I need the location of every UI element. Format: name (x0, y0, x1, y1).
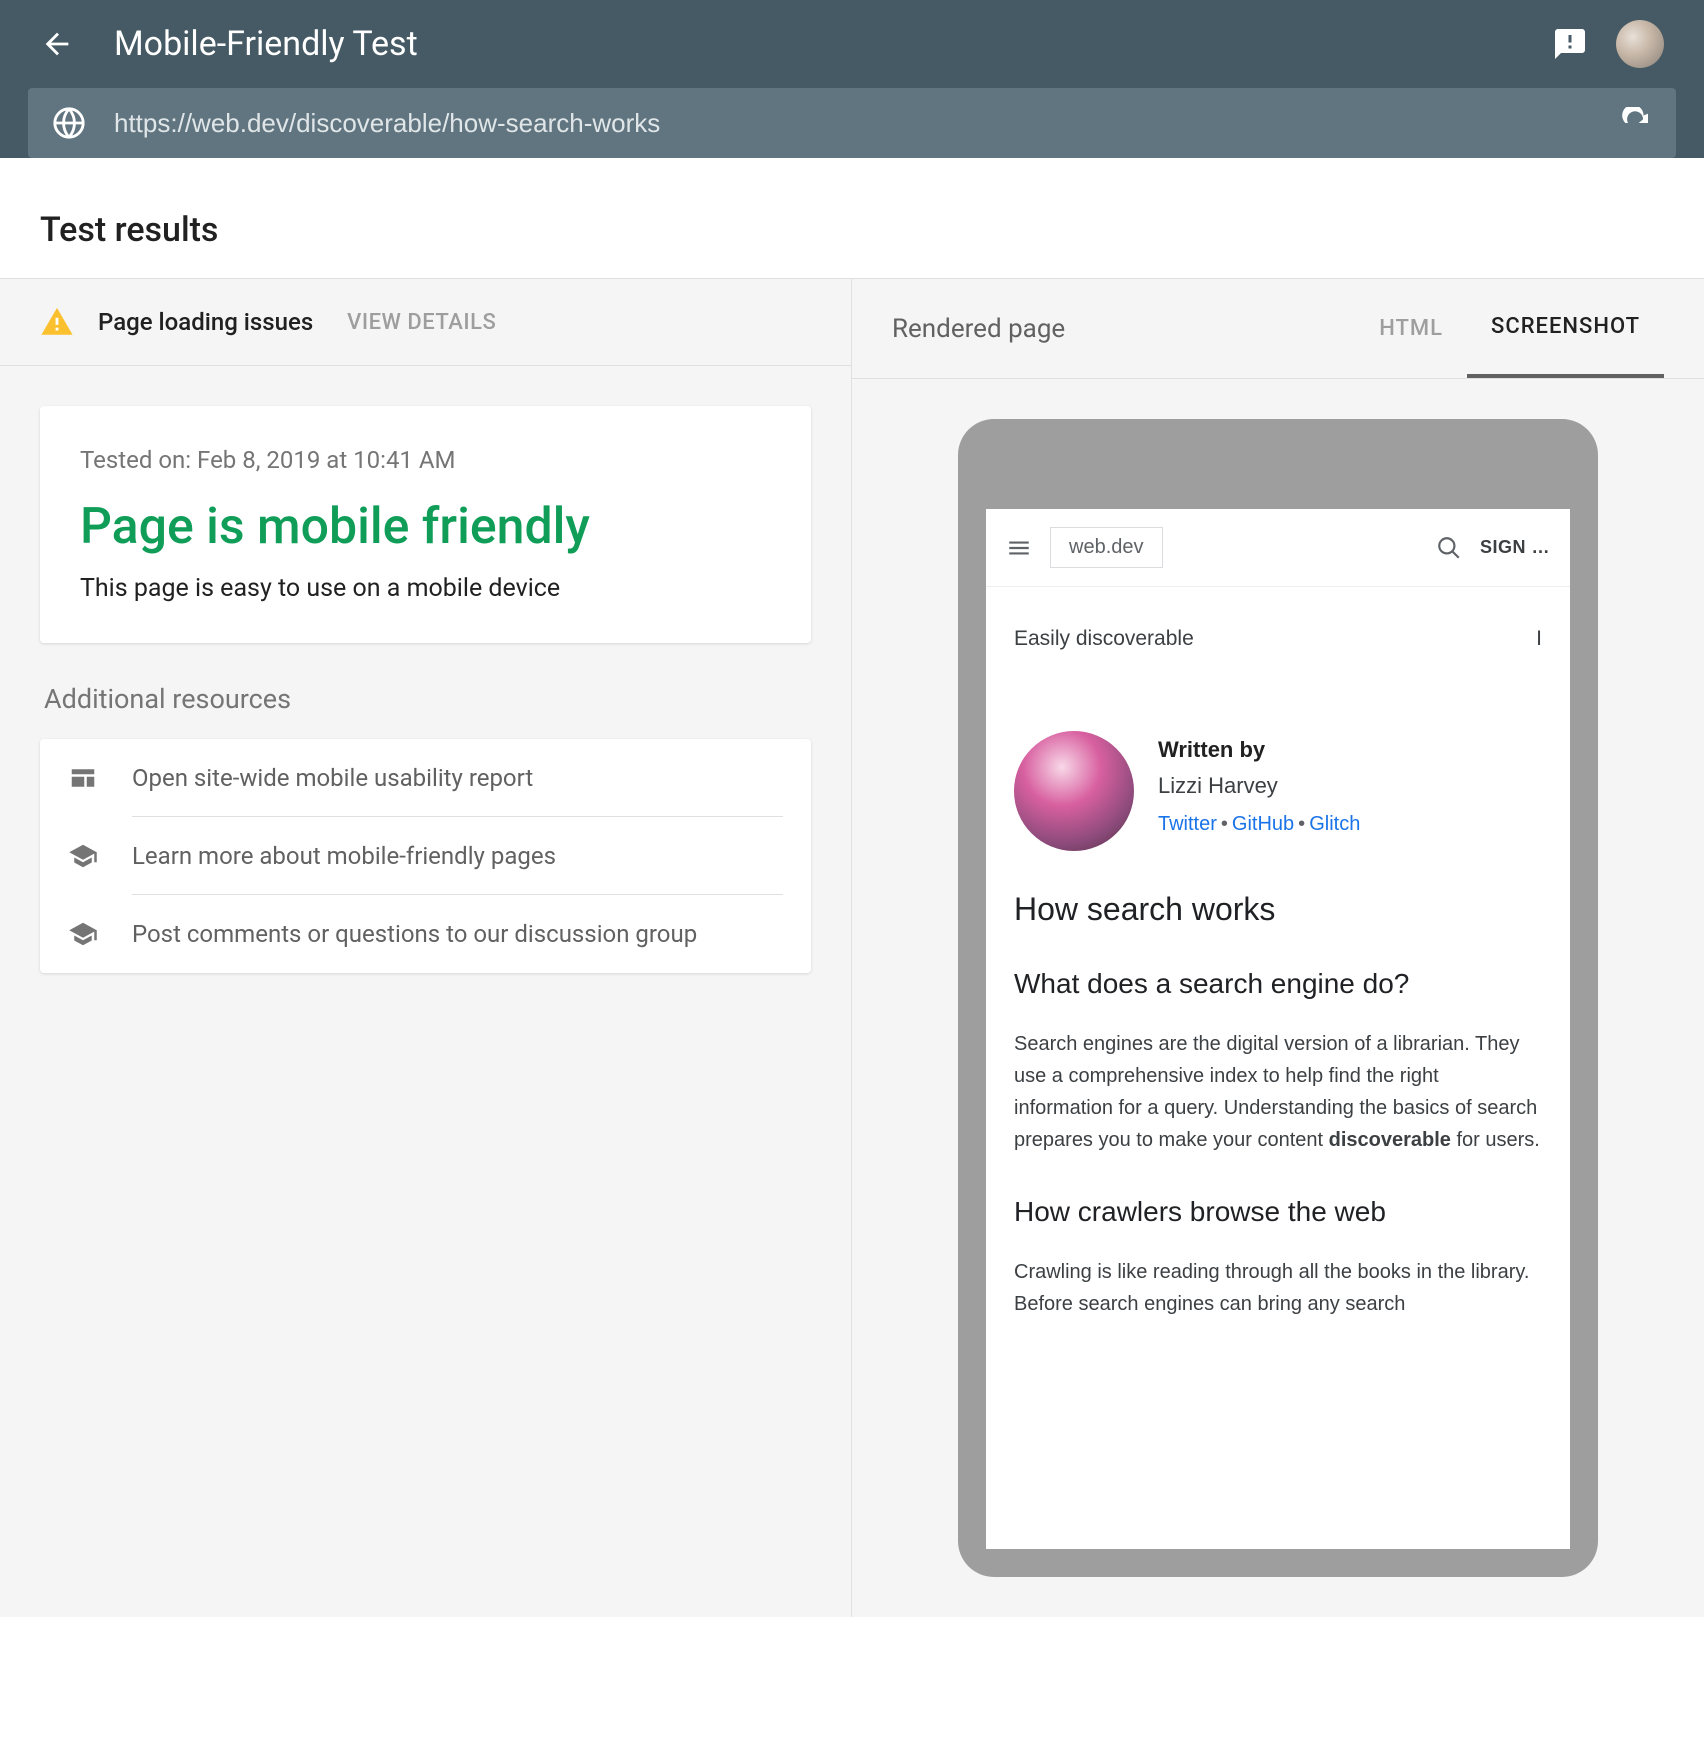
breadcrumb[interactable]: Easily discoverable (1014, 627, 1194, 651)
link-glitch[interactable]: Glitch (1309, 813, 1360, 835)
site-name: web.dev (1050, 527, 1163, 568)
author-links: Twitter•GitHub•Glitch (1158, 813, 1360, 836)
back-button[interactable] (40, 27, 74, 61)
right-panel: Rendered page HTML SCREENSHOT web.dev (852, 279, 1704, 1617)
tab-html[interactable]: HTML (1355, 279, 1467, 378)
tested-on: Tested on: Feb 8, 2019 at 10:41 AM (80, 446, 771, 474)
article-subheading: How crawlers browse the web (1014, 1196, 1542, 1228)
article-paragraph: Crawling is like reading through all the… (1014, 1256, 1542, 1320)
sign-in-button[interactable]: SIGN … (1480, 537, 1550, 558)
webpage-icon (68, 763, 100, 793)
link-github[interactable]: GitHub (1232, 813, 1294, 835)
resource-link-learn-more[interactable]: Learn more about mobile-friendly pages (40, 817, 811, 895)
verdict-sub: This page is easy to use on a mobile dev… (80, 574, 771, 603)
written-by-label: Written by (1158, 737, 1360, 763)
phone-screen: web.dev SIGN … Easily discoverable I (986, 509, 1570, 1549)
globe-icon (52, 106, 86, 140)
author-avatar (1014, 731, 1134, 851)
result-card: Tested on: Feb 8, 2019 at 10:41 AM Page … (40, 406, 811, 643)
user-avatar[interactable] (1616, 20, 1664, 68)
search-icon[interactable] (1436, 535, 1462, 561)
app-header: Mobile-Friendly Test (0, 0, 1704, 158)
warning-bar: Page loading issues VIEW DETAILS (0, 279, 851, 366)
feedback-icon[interactable] (1552, 26, 1588, 62)
left-panel: Page loading issues VIEW DETAILS Tested … (0, 279, 852, 1617)
article-subheading: What does a search engine do? (1014, 968, 1542, 1000)
url-input[interactable] (114, 108, 1592, 139)
resource-link-usability-report[interactable]: Open site-wide mobile usability report (40, 739, 811, 817)
phone-frame: web.dev SIGN … Easily discoverable I (958, 419, 1598, 1577)
warning-text: Page loading issues (98, 308, 313, 336)
tab-screenshot[interactable]: SCREENSHOT (1467, 279, 1664, 378)
view-details-button[interactable]: VIEW DETAILS (347, 310, 496, 335)
verdict: Page is mobile friendly (80, 498, 771, 556)
rendered-page-label: Rendered page (892, 314, 1355, 344)
school-icon (68, 919, 100, 949)
url-bar (28, 88, 1676, 158)
page-title: Mobile-Friendly Test (114, 24, 1552, 64)
refresh-button[interactable] (1620, 107, 1652, 139)
school-icon (68, 841, 100, 871)
additional-resources: Additional resources Open site-wide mobi… (40, 683, 811, 973)
link-twitter[interactable]: Twitter (1158, 813, 1217, 835)
breadcrumb-side: I (1536, 627, 1542, 651)
article-paragraph: Search engines are the digital version o… (1014, 1028, 1542, 1156)
warning-icon (40, 305, 74, 339)
results-heading: Test results (0, 186, 1704, 279)
author-name: Lizzi Harvey (1158, 773, 1360, 799)
resource-link-discussion[interactable]: Post comments or questions to our discus… (40, 895, 811, 973)
resources-title: Additional resources (40, 683, 811, 715)
article-title: How search works (1014, 891, 1542, 928)
hamburger-icon[interactable] (1006, 535, 1032, 561)
